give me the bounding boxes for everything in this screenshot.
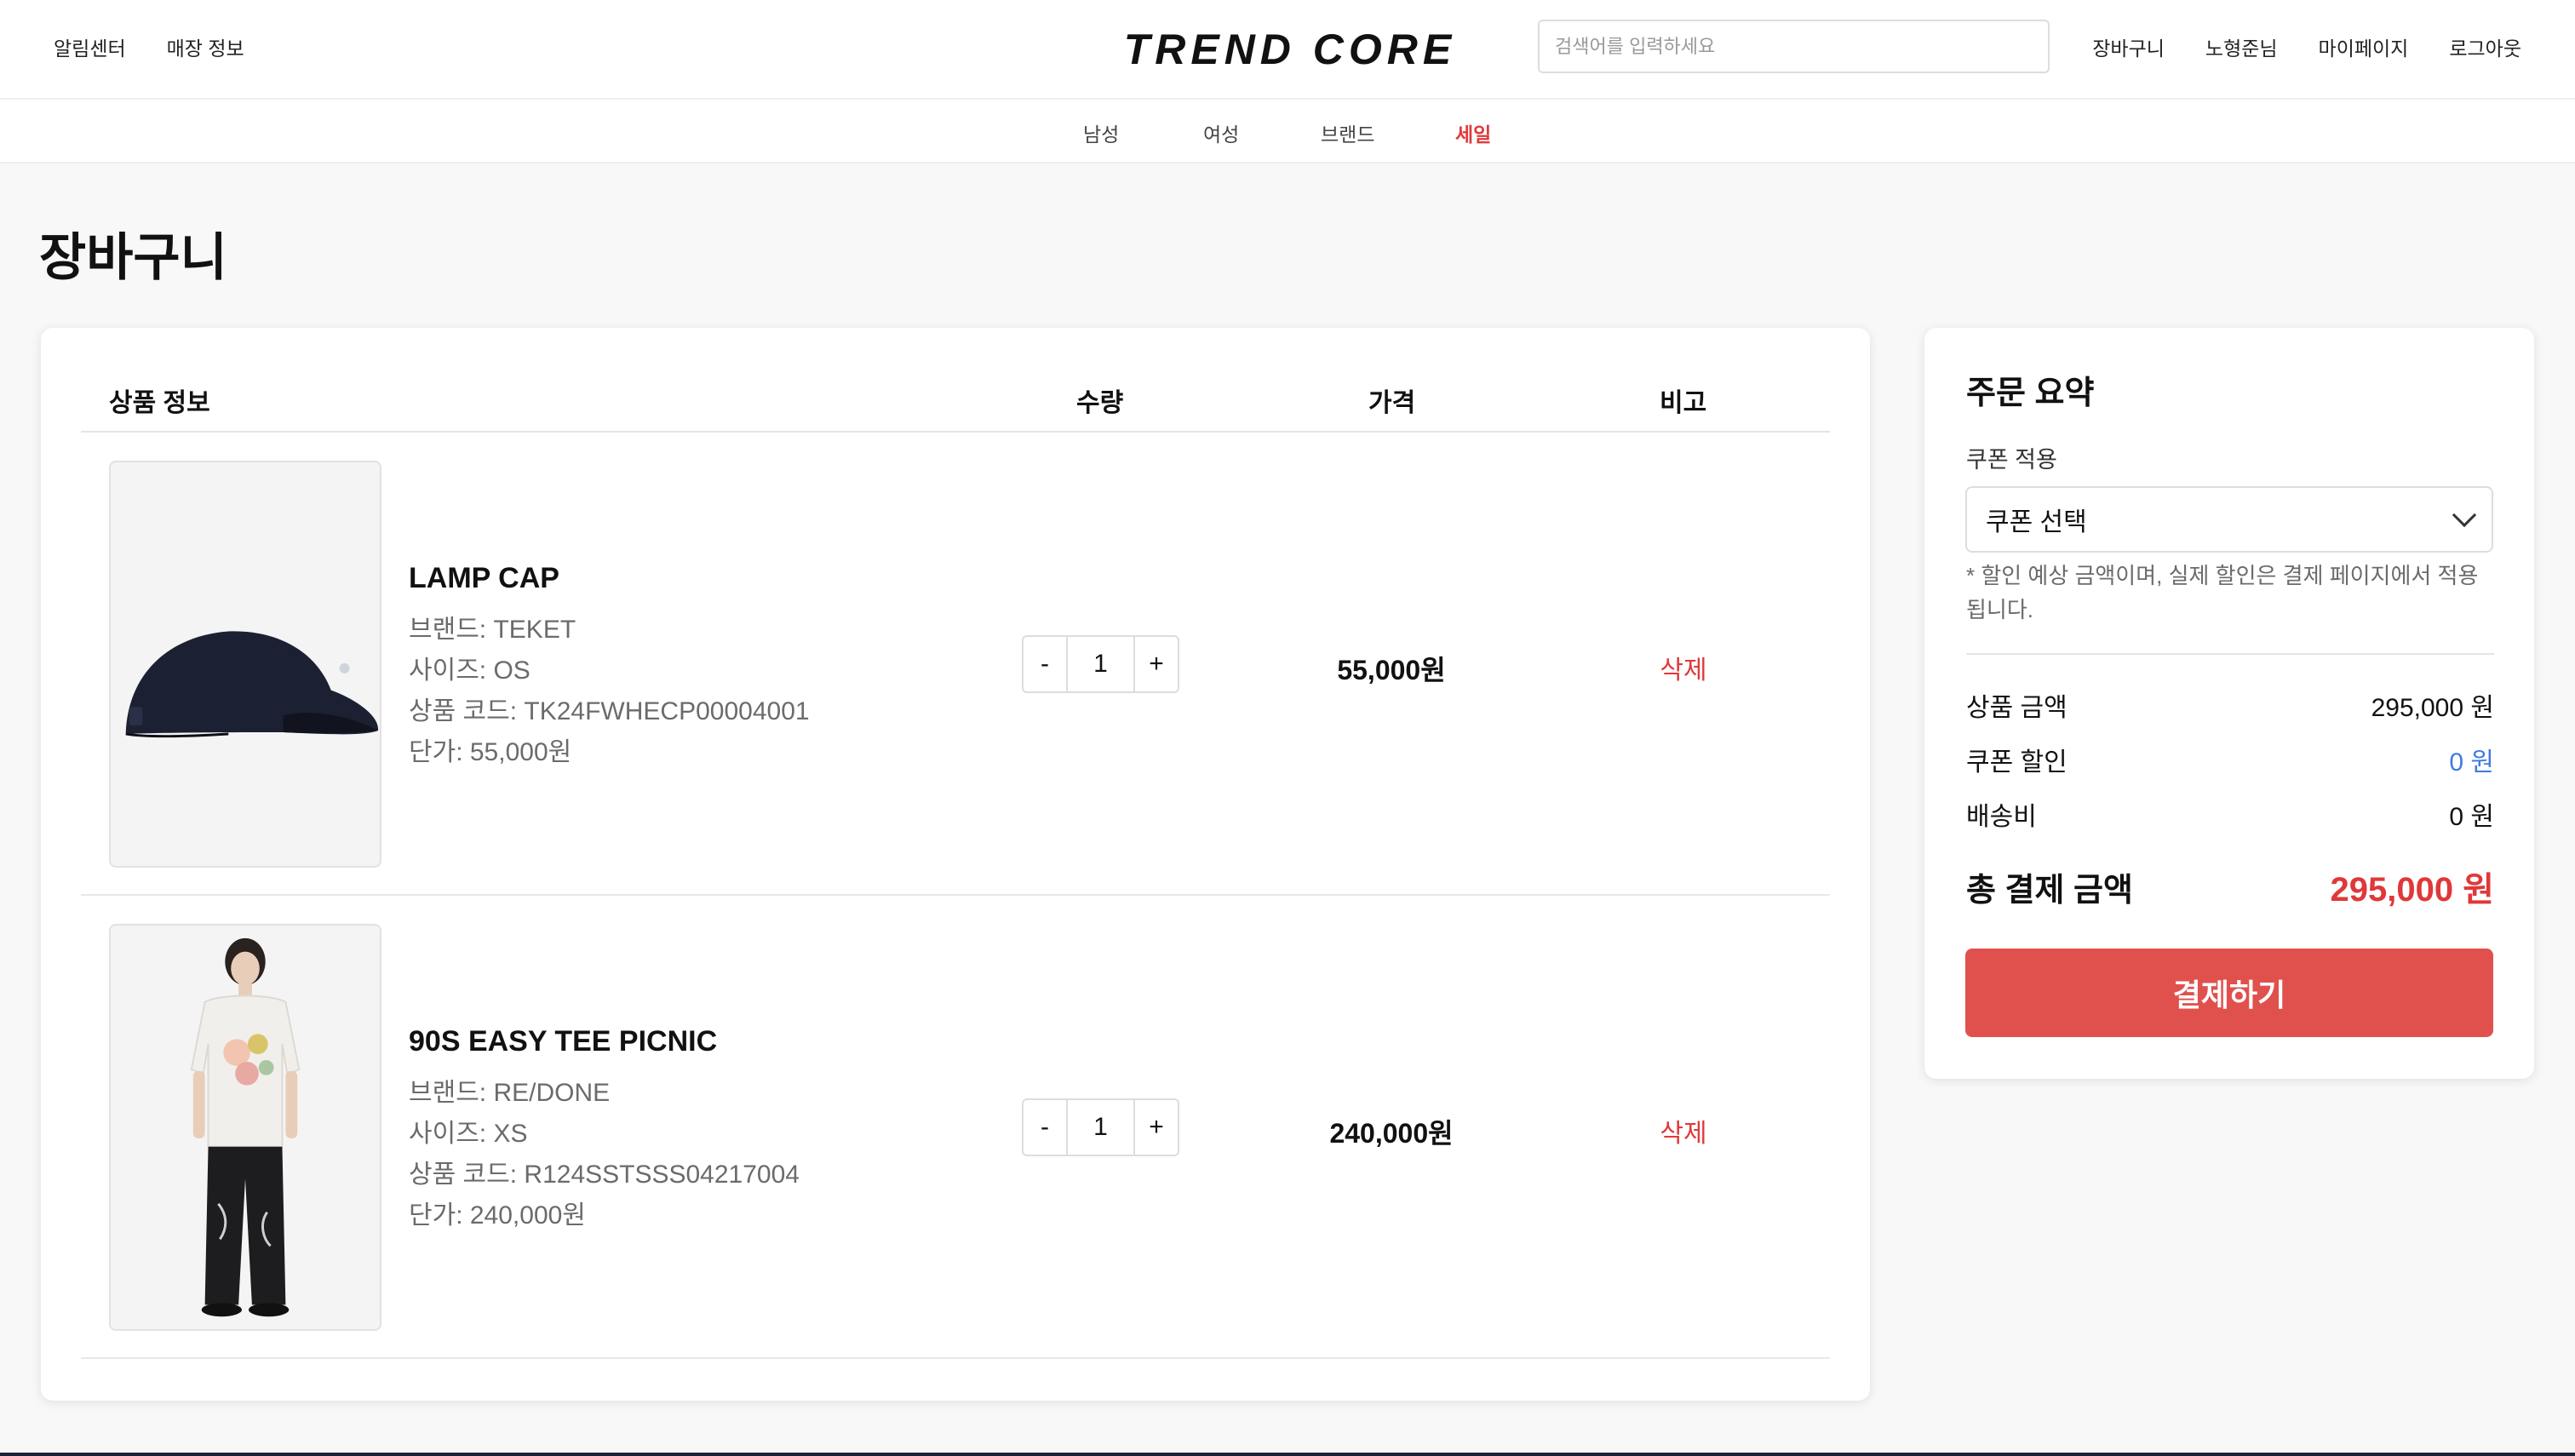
- decrease-button[interactable]: -: [1024, 1100, 1066, 1155]
- logo-text: TREND CORE: [1124, 26, 1457, 72]
- decrease-button[interactable]: -: [1024, 637, 1066, 691]
- nav-item-men[interactable]: 남성: [1083, 118, 1203, 147]
- row-divider: [81, 1357, 1830, 1359]
- summary-row-coupon-discount: 쿠폰 할인 0 원: [1966, 741, 2494, 778]
- delete-button[interactable]: 삭제: [1598, 1112, 1769, 1149]
- user-name-link[interactable]: 노형준님: [2205, 32, 2278, 61]
- summary-row-subtotal: 상품 금액 295,000 원: [1966, 686, 2494, 724]
- product-unit-price: 단가: 240,000원: [409, 1201, 586, 1230]
- table-header-divider: [81, 431, 1830, 433]
- nav-item-sale[interactable]: 세일: [1455, 118, 1491, 147]
- product-meta: 브랜드: TEKET 사이즈: OS 상품 코드: TK24FWHECP0000…: [409, 610, 810, 773]
- tee-model-image: [111, 926, 380, 1329]
- account-links: 장바구니 노형준님 마이페이지 로그아웃: [2092, 32, 2521, 61]
- summary-divider: [1966, 653, 2494, 655]
- product-size: 사이즈: OS: [409, 656, 530, 685]
- utility-links: 알림센터 매장 정보: [54, 32, 244, 61]
- delete-button[interactable]: 삭제: [1598, 649, 1769, 686]
- cart-link[interactable]: 장바구니: [2092, 32, 2165, 61]
- coupon-discount-label: 쿠폰 할인: [1966, 748, 2067, 777]
- row-divider: [81, 894, 1830, 896]
- header-product-info: 상품 정보: [109, 389, 210, 417]
- product-code: 상품 코드: R124SSTSSS04217004: [409, 1161, 800, 1189]
- trend-core-logo[interactable]: TREND CORE: [1097, 24, 1484, 72]
- total-row: 총 결제 금액 295,000 원: [1966, 862, 2494, 911]
- quantity-value[interactable]: 1: [1066, 1100, 1135, 1155]
- header-remarks: 비고: [1660, 389, 1707, 417]
- logout-link[interactable]: 로그아웃: [2449, 32, 2521, 61]
- chevron-down-icon: [2452, 502, 2477, 528]
- product-image-cap[interactable]: [109, 461, 381, 868]
- header-quantity: 수량: [1076, 389, 1124, 417]
- summary-row-shipping: 배송비 0 원: [1966, 795, 2494, 833]
- coupon-selected-value: 쿠폰 선택: [1986, 508, 2087, 536]
- checkout-button[interactable]: 결제하기: [1965, 949, 2493, 1037]
- page-title: 장바구니: [39, 229, 227, 286]
- product-unit-price: 단가: 55,000원: [409, 738, 572, 766]
- product-name[interactable]: LAMP CAP: [409, 562, 559, 595]
- mypage-link[interactable]: 마이페이지: [2319, 32, 2409, 61]
- product-code: 상품 코드: TK24FWHECP00004001: [409, 697, 810, 725]
- coupon-label: 쿠폰 적용: [1966, 447, 2057, 473]
- nav-item-women[interactable]: 여성: [1203, 118, 1321, 147]
- subtotal-label: 상품 금액: [1966, 694, 2067, 722]
- total-label: 총 결제 금액: [1966, 873, 2133, 909]
- header-price: 가격: [1368, 389, 1416, 417]
- summary-title: 주문 요약: [1966, 375, 2095, 411]
- search-input[interactable]: [1538, 20, 2050, 73]
- store-info-link[interactable]: 매장 정보: [167, 32, 244, 61]
- discount-note: * 할인 예상 금액이며, 실제 할인은 결제 페이지에서 적용됩니다.: [1966, 563, 2479, 622]
- window-bottom-edge: [0, 1453, 2575, 1456]
- total-value: 295,000 원: [2330, 871, 2494, 909]
- coupon-select[interactable]: 쿠폰 선택: [1965, 486, 2493, 553]
- product-image-tee[interactable]: [109, 924, 381, 1331]
- cap-image: [111, 462, 380, 866]
- quantity-stepper: - 1 +: [1022, 635, 1179, 693]
- product-brand: 브랜드: RE/DONE: [409, 1079, 611, 1107]
- top-header: 알림센터 매장 정보 TREND CORE 장바구니 노형준님 마이페이지 로그…: [0, 0, 2575, 100]
- quantity-value[interactable]: 1: [1066, 637, 1135, 691]
- coupon-discount-value: 0 원: [2449, 748, 2494, 777]
- shipping-value: 0 원: [2449, 803, 2494, 831]
- category-nav: 남성 여성 브랜드 세일: [0, 100, 2575, 163]
- notification-center-link[interactable]: 알림센터: [54, 32, 126, 61]
- item-price: 55,000원: [1337, 655, 1446, 685]
- increase-button[interactable]: +: [1135, 637, 1178, 691]
- shipping-label: 배송비: [1966, 803, 2037, 831]
- nav-item-brand[interactable]: 브랜드: [1321, 118, 1455, 147]
- item-price: 240,000원: [1329, 1118, 1454, 1149]
- subtotal-value: 295,000 원: [2371, 694, 2494, 722]
- product-brand: 브랜드: TEKET: [409, 616, 576, 644]
- product-meta: 브랜드: RE/DONE 사이즈: XS 상품 코드: R124SSTSSS04…: [409, 1073, 800, 1236]
- product-name[interactable]: 90S EASY TEE PICNIC: [409, 1025, 717, 1058]
- increase-button[interactable]: +: [1135, 1100, 1178, 1155]
- quantity-stepper: - 1 +: [1022, 1098, 1179, 1156]
- product-size: 사이즈: XS: [409, 1120, 528, 1148]
